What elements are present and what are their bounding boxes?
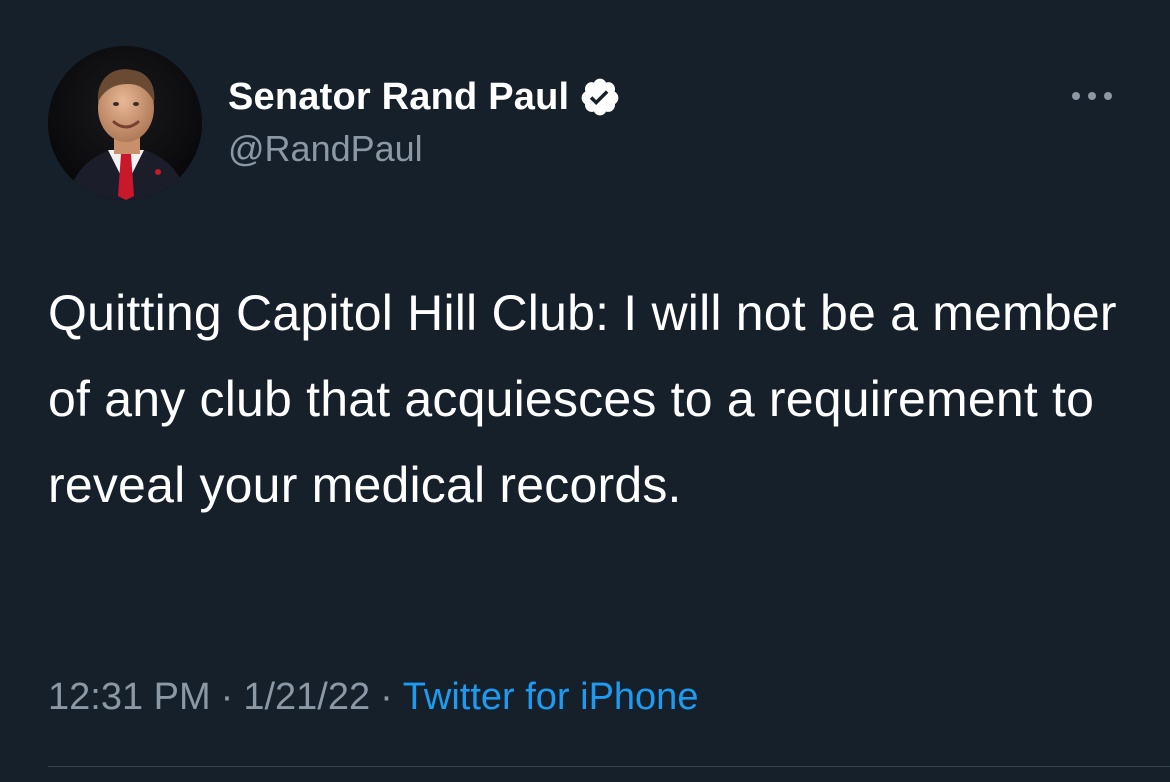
author-name-row[interactable]: Senator Rand Paul (228, 74, 621, 120)
divider (48, 766, 1170, 767)
verified-badge-icon (579, 76, 621, 118)
more-horizontal-icon[interactable] (1070, 86, 1114, 106)
meta-separator: · (220, 676, 234, 718)
user-handle[interactable]: @RandPaul (228, 128, 423, 170)
meta-separator: · (380, 676, 393, 718)
display-name[interactable]: Senator Rand Paul (228, 76, 569, 119)
tweet-time[interactable]: 12:31 PM (48, 676, 211, 718)
tweet-detail: Senator Rand Paul @RandPaul Quitting Cap… (0, 0, 1170, 782)
tweet-metadata: 12:31 PM · 1/21/22 · Twitter for iPhone (48, 676, 698, 719)
avatar[interactable] (48, 46, 202, 200)
tweet-source-link[interactable]: Twitter for iPhone (403, 676, 699, 718)
tweet-date[interactable]: 1/21/22 (243, 676, 370, 718)
tweet-text: Quitting Capitol Hill Club: I will not b… (48, 285, 1117, 513)
